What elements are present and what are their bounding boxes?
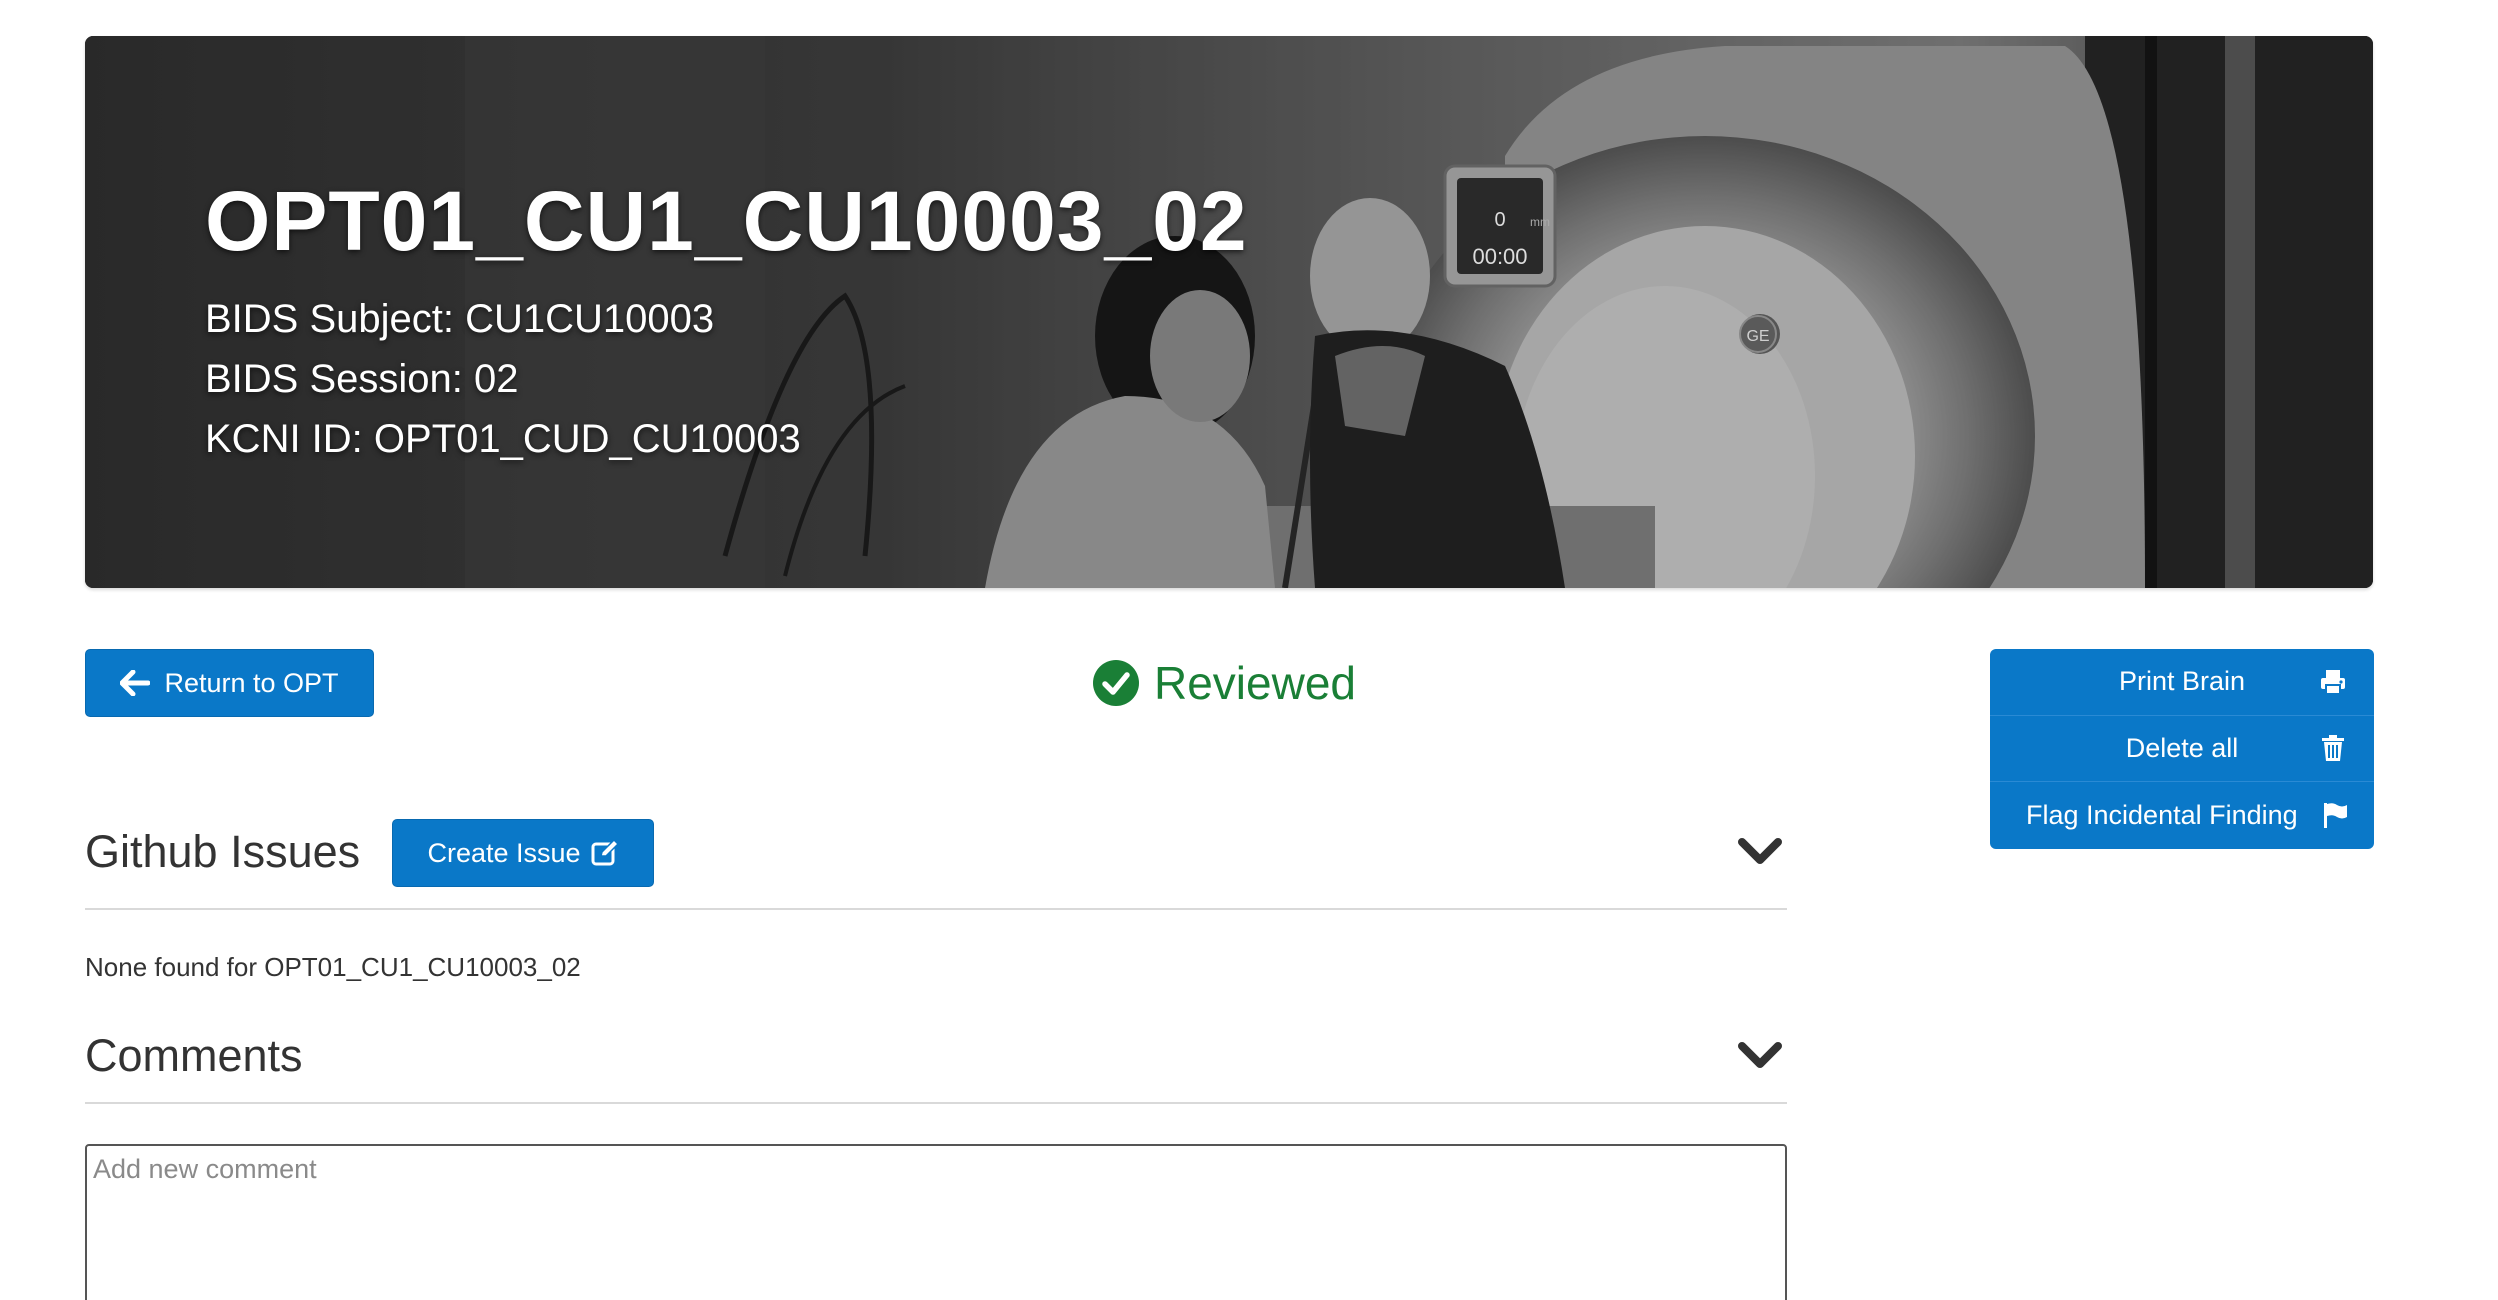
new-comment-input[interactable] [85,1144,1787,1300]
github-issues-title: Github Issues [85,826,361,877]
hero-text-block: OPT01_CU1_CU10003_02 BIDS Subject: CU1CU… [205,171,1248,469]
comments-title: Comments [85,1030,303,1081]
kcni-id: KCNI ID: OPT01_CUD_CU10003 [205,417,801,461]
scanner-brand-logo: GE [1746,328,1769,345]
flag-icon [2320,800,2350,830]
chevron-down-icon[interactable] [1737,836,1783,866]
github-issues-header: Github Issues Create Issue [85,812,1787,910]
create-issue-button[interactable]: Create Issue [392,819,654,887]
bids-subject: BIDS Subject: CU1CU10003 [205,297,715,341]
chevron-down-icon[interactable] [1737,1040,1783,1070]
printer-icon [2318,667,2348,697]
scanner-display-unit: mm [1530,215,1550,229]
print-brain-button[interactable]: Print Brain [1990,649,2374,716]
check-circle-icon [1093,660,1139,706]
scanner-display-value: 0 [1494,209,1505,231]
action-button-group: Print Brain Delete all Flag Incidental F… [1990,649,2374,849]
scanner-display-time: 00:00 [1472,244,1527,269]
return-button-label: Return to OPT [164,667,339,698]
session-page: 0 mm 00:00 GE OPT01_CU1_CU10003_02 BIDS … [0,0,2498,1300]
delete-all-button[interactable]: Delete all [1990,716,2374,783]
comments-header: Comments [85,1018,1787,1104]
flag-incidental-finding-button[interactable]: Flag Incidental Finding [1990,782,2374,849]
arrow-left-icon [120,670,151,696]
return-to-opt-button[interactable]: Return to OPT [85,649,374,717]
hero-banner: 0 mm 00:00 GE OPT01_CU1_CU10003_02 BIDS … [85,36,2373,588]
create-issue-label: Create Issue [427,837,581,868]
reviewed-status: Reviewed [1092,650,1356,716]
edit-icon [591,839,619,866]
flag-incidental-finding-label: Flag Incidental Finding [2026,799,2298,830]
github-empty-message: None found for OPT01_CU1_CU10003_02 [85,952,581,982]
session-title: OPT01_CU1_CU10003_02 [205,174,1248,268]
print-brain-label: Print Brain [2118,666,2246,697]
reviewed-status-label: Reviewed [1154,657,1356,709]
delete-all-label: Delete all [2125,732,2239,763]
bids-session: BIDS Session: 02 [205,357,519,401]
trash-icon [2318,733,2348,763]
